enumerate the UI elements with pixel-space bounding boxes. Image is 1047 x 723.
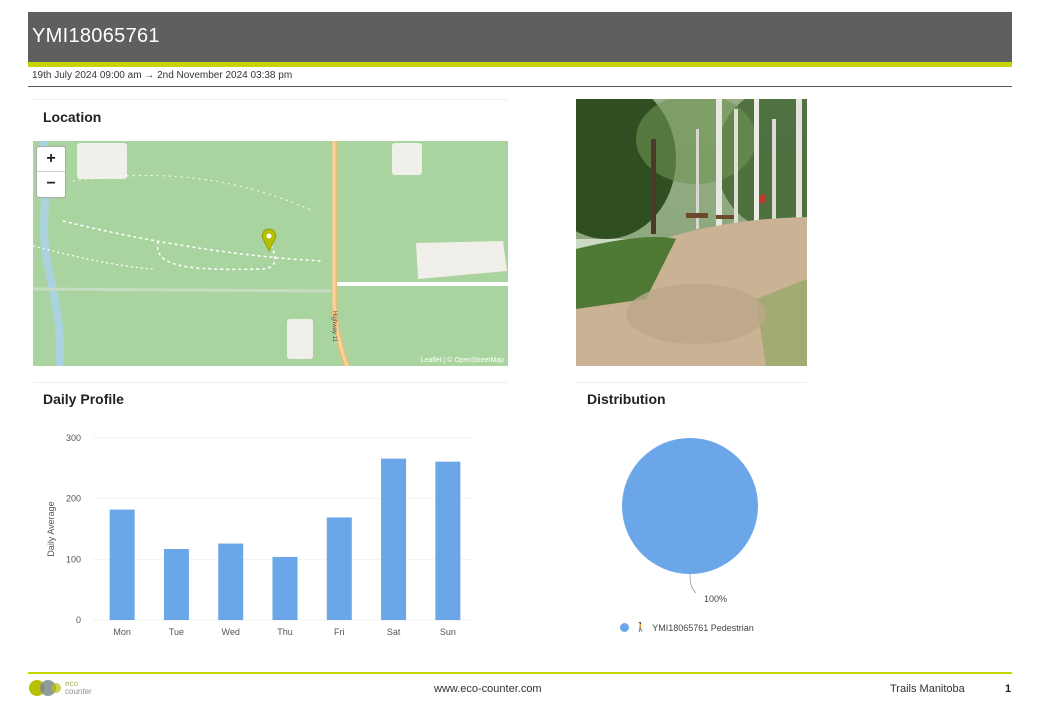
daily-profile-chart: 0 100 200 300 Daily Average Mon Tue Wed Thu Fri Sa…	[46, 433, 473, 637]
x-tick-label: Sun	[440, 627, 456, 637]
x-tick-label: Fri	[334, 627, 345, 637]
footer-divider	[28, 672, 1012, 674]
report-header: YMI18065761	[28, 12, 1012, 67]
x-tick-label: Mon	[113, 627, 131, 637]
logo-text-counter: counter	[65, 687, 92, 696]
x-tick-label: Sat	[387, 627, 401, 637]
report-title: YMI18065761	[32, 25, 160, 47]
bar-sat[interactable]	[381, 458, 407, 620]
pie-legend[interactable]: 🚶 YMI18065761 Pedestrian	[620, 622, 754, 633]
footer-url[interactable]: www.eco-counter.com	[434, 683, 542, 695]
bar-fri[interactable]	[326, 517, 352, 620]
eco-counter-logo-icon	[29, 680, 61, 696]
bar-wed[interactable]	[218, 543, 244, 620]
pie-slice-pedestrian[interactable]	[622, 438, 758, 574]
y-axis-label: Daily Average	[46, 501, 56, 556]
divider	[33, 99, 508, 100]
distribution-pie-chart	[622, 438, 758, 594]
date-range: 19th July 2024 09:00 am → 2nd November 2…	[32, 70, 293, 81]
x-tick-label: Wed	[222, 627, 240, 637]
y-tick-label: 100	[66, 554, 81, 564]
trail-photo-image	[576, 99, 807, 366]
bar-thu[interactable]	[272, 556, 298, 620]
bar-tue[interactable]	[163, 549, 189, 620]
bar-sun[interactable]	[435, 461, 461, 620]
eco-counter-logo: eco counter	[28, 677, 92, 699]
zoom-out-button[interactable]: −	[37, 172, 65, 196]
map-tiles: Highway 11	[33, 141, 508, 366]
zoom-control: + −	[36, 146, 66, 198]
distribution-title: Distribution	[587, 391, 666, 407]
legend-swatch	[620, 623, 629, 632]
x-tick-label: Thu	[277, 627, 293, 637]
x-tick-label: Tue	[169, 627, 184, 637]
map-attribution[interactable]: Leaflet | © OpenStreetMap	[421, 357, 504, 364]
location-map[interactable]: Highway 11 + − Leaflet | © OpenStreetMap	[33, 141, 508, 366]
pedestrian-icon: 🚶	[635, 622, 647, 632]
y-tick-label: 300	[66, 433, 81, 443]
divider	[33, 382, 508, 383]
footer-organization: Trails Manitoba	[890, 683, 965, 695]
divider	[576, 382, 807, 383]
location-title: Location	[43, 109, 102, 125]
pie-label-leader	[689, 573, 697, 594]
divider	[28, 86, 1012, 87]
bar-mon[interactable]	[109, 509, 135, 620]
road-label: Highway 11	[331, 311, 337, 343]
pie-slice-label: 100%	[704, 594, 728, 604]
page-number: 1	[1005, 683, 1012, 695]
y-tick-label: 200	[66, 494, 81, 504]
zoom-in-button[interactable]: +	[37, 147, 65, 172]
legend-label: YMI18065761 Pedestrian	[652, 622, 754, 633]
daily-profile-title: Daily Profile	[43, 391, 124, 407]
y-tick-label: 0	[76, 615, 81, 625]
site-photo	[576, 99, 807, 366]
